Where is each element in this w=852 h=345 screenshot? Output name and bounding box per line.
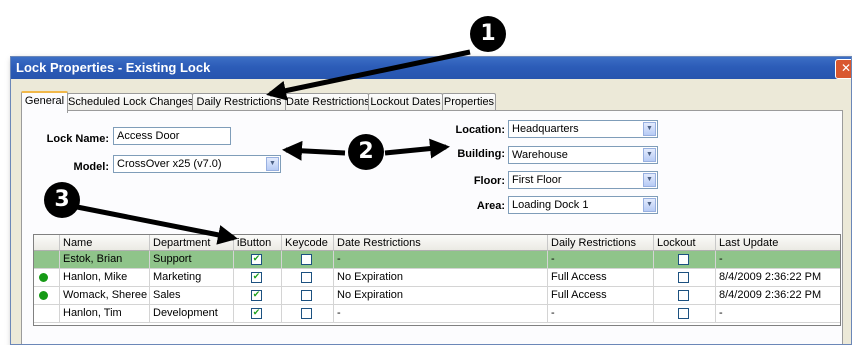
arrow-to-model [282,140,346,161]
tab-general[interactable]: General [21,91,68,113]
callout-3-badge: 3 [44,182,80,218]
arrow-to-ibutton [71,203,238,245]
arrow-to-location [384,138,450,159]
callout-2-badge: 2 [348,134,384,170]
annotation-arrows [71,49,471,245]
callout-1-badge: 1 [470,16,506,52]
arrow-to-tabs [266,49,471,101]
